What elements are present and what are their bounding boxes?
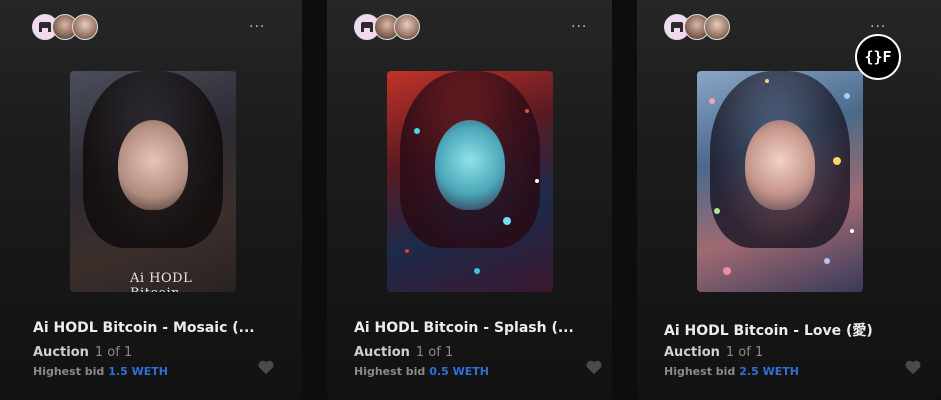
bid-label: Highest bid — [33, 365, 105, 378]
bid-info: Highest bid 1.5 WETH — [33, 365, 168, 378]
artwork-image[interactable] — [387, 71, 553, 292]
splash-pattern — [405, 109, 539, 274]
artwork-image[interactable]: Ai HODL Bitcoin — [70, 71, 236, 292]
shop-icon — [671, 22, 683, 32]
collection-avatar[interactable] — [704, 14, 730, 40]
more-horizontal-icon[interactable]: ··· — [249, 19, 265, 35]
artwork-caption: Ai HODL Bitcoin — [130, 271, 193, 292]
heart-icon[interactable] — [904, 359, 922, 375]
shop-icon — [39, 22, 51, 32]
bid-value: 2.5 WETH — [739, 365, 799, 378]
edition-count: 1 of 1 — [725, 345, 764, 360]
sale-type: Auction — [33, 345, 89, 360]
more-horizontal-icon[interactable]: ··· — [870, 19, 886, 35]
collection-avatar[interactable] — [394, 14, 420, 40]
artwork-image[interactable] — [697, 71, 863, 292]
nft-title[interactable]: Ai HODL Bitcoin - Splash (... — [354, 320, 574, 336]
sale-type: Auction — [664, 345, 720, 360]
mosaic-pattern — [709, 79, 854, 275]
bid-value: 1.5 WETH — [108, 365, 168, 378]
artwork-face — [118, 119, 188, 210]
sale-info: Auction 1 of 1 — [664, 345, 763, 360]
owner-avatars[interactable] — [664, 14, 734, 42]
collection-avatar[interactable] — [72, 14, 98, 40]
watermark-logo: {}F — [855, 34, 901, 80]
nft-title[interactable]: Ai HODL Bitcoin - Love (愛) — [664, 320, 873, 340]
owner-avatars[interactable] — [32, 14, 102, 42]
edition-count: 1 of 1 — [415, 345, 454, 360]
bid-label: Highest bid — [664, 365, 736, 378]
edition-count: 1 of 1 — [94, 345, 133, 360]
nft-title[interactable]: Ai HODL Bitcoin - Mosaic (... — [33, 320, 255, 336]
more-horizontal-icon[interactable]: ··· — [571, 19, 587, 35]
owner-avatars[interactable] — [354, 14, 424, 42]
bid-info: Highest bid 2.5 WETH — [664, 365, 799, 378]
sale-info: Auction 1 of 1 — [354, 345, 453, 360]
heart-icon[interactable] — [585, 359, 603, 375]
heart-icon[interactable] — [257, 359, 275, 375]
sale-info: Auction 1 of 1 — [33, 345, 132, 360]
bid-label: Highest bid — [354, 365, 426, 378]
bid-value: 0.5 WETH — [429, 365, 489, 378]
shop-icon — [361, 22, 373, 32]
sale-type: Auction — [354, 345, 410, 360]
bid-info: Highest bid 0.5 WETH — [354, 365, 489, 378]
